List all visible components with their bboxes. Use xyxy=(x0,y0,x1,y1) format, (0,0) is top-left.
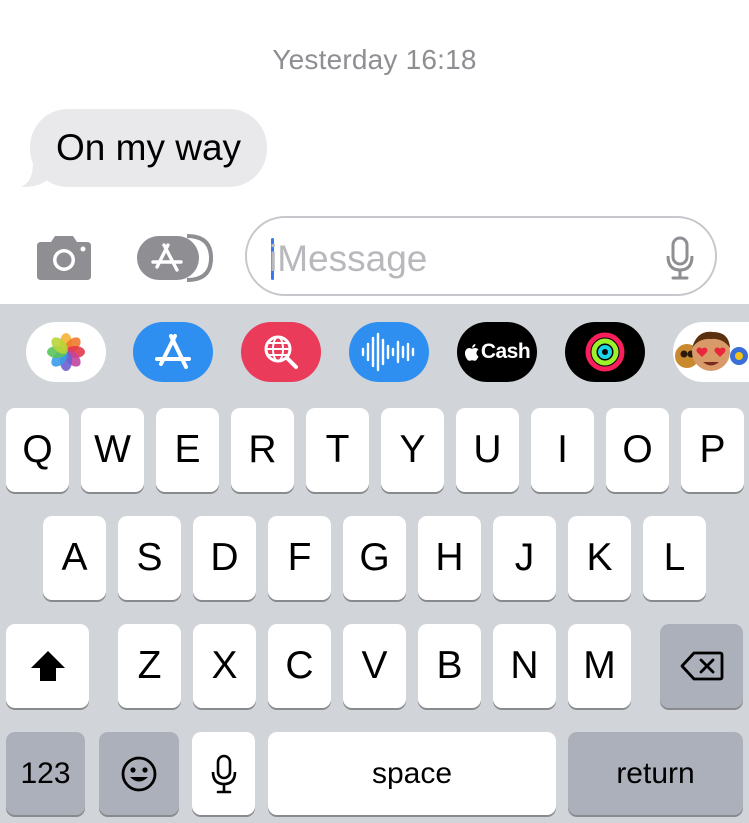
globe-search-icon xyxy=(264,335,298,369)
message-placeholder: iMessage xyxy=(269,238,428,279)
camera-icon[interactable] xyxy=(33,234,95,282)
memoji-app-icon[interactable] xyxy=(673,322,749,382)
activity-app-icon[interactable] xyxy=(565,322,645,382)
app-store-icon[interactable] xyxy=(137,234,213,282)
key-y[interactable]: Y xyxy=(381,408,444,492)
apple-cash-app-icon[interactable]: Cash xyxy=(457,322,537,382)
key-t[interactable]: T xyxy=(306,408,369,492)
key-i[interactable]: I xyxy=(531,408,594,492)
key-d[interactable]: D xyxy=(193,516,256,600)
key-r[interactable]: R xyxy=(231,408,294,492)
key-b[interactable]: B xyxy=(418,624,481,708)
image-search-app-icon[interactable] xyxy=(241,322,321,382)
emoji-key[interactable] xyxy=(99,732,179,815)
memoji-stickers-icon xyxy=(675,331,748,371)
incoming-message-bubble[interactable]: On my way xyxy=(30,109,268,187)
key-c[interactable]: C xyxy=(268,624,331,708)
keyboard: Cash Q W E R T Y U I O P A S D F G H J K… xyxy=(0,304,749,823)
cash-label: Cash xyxy=(480,340,531,363)
apple-logo-icon xyxy=(464,343,479,361)
dictation-key[interactable] xyxy=(192,732,255,815)
compose-bar: iMessage xyxy=(0,210,749,304)
numbers-key[interactable]: 123 xyxy=(6,732,85,815)
return-key[interactable]: return xyxy=(568,732,743,815)
key-k[interactable]: K xyxy=(568,516,631,600)
app-store-app-icon[interactable] xyxy=(133,322,213,382)
key-p[interactable]: P xyxy=(681,408,744,492)
key-v[interactable]: V xyxy=(343,624,406,708)
message-timestamp: Yesterday 16:18 xyxy=(272,44,477,75)
key-h[interactable]: H xyxy=(418,516,481,600)
app-store-a-icon xyxy=(155,334,191,369)
microphone-icon[interactable] xyxy=(665,234,695,282)
key-g[interactable]: G xyxy=(343,516,406,600)
key-e[interactable]: E xyxy=(156,408,219,492)
microphone-icon xyxy=(211,754,236,793)
key-z[interactable]: Z xyxy=(118,624,181,708)
key-u[interactable]: U xyxy=(456,408,519,492)
key-m[interactable]: M xyxy=(568,624,631,708)
audio-message-app-icon[interactable] xyxy=(349,322,429,382)
key-q[interactable]: Q xyxy=(6,408,69,492)
key-o[interactable]: O xyxy=(606,408,669,492)
waveform-icon xyxy=(361,332,415,372)
message-input[interactable]: iMessage xyxy=(245,216,717,296)
activity-rings-icon xyxy=(585,332,625,372)
key-x[interactable]: X xyxy=(193,624,256,708)
photos-flower-icon xyxy=(47,333,85,371)
key-w[interactable]: W xyxy=(81,408,144,492)
key-s[interactable]: S xyxy=(118,516,181,600)
photos-app-icon[interactable] xyxy=(26,322,106,382)
shift-icon xyxy=(30,651,65,681)
key-a[interactable]: A xyxy=(43,516,106,600)
space-key[interactable]: space xyxy=(268,732,556,815)
emoji-smiley-icon xyxy=(121,756,157,791)
delete-key[interactable] xyxy=(660,624,743,708)
key-l[interactable]: L xyxy=(643,516,706,600)
shift-key[interactable] xyxy=(6,624,89,708)
app-drawer: Cash xyxy=(0,322,749,388)
key-f[interactable]: F xyxy=(268,516,331,600)
backspace-icon xyxy=(680,651,723,681)
key-j[interactable]: J xyxy=(493,516,556,600)
key-n[interactable]: N xyxy=(493,624,556,708)
